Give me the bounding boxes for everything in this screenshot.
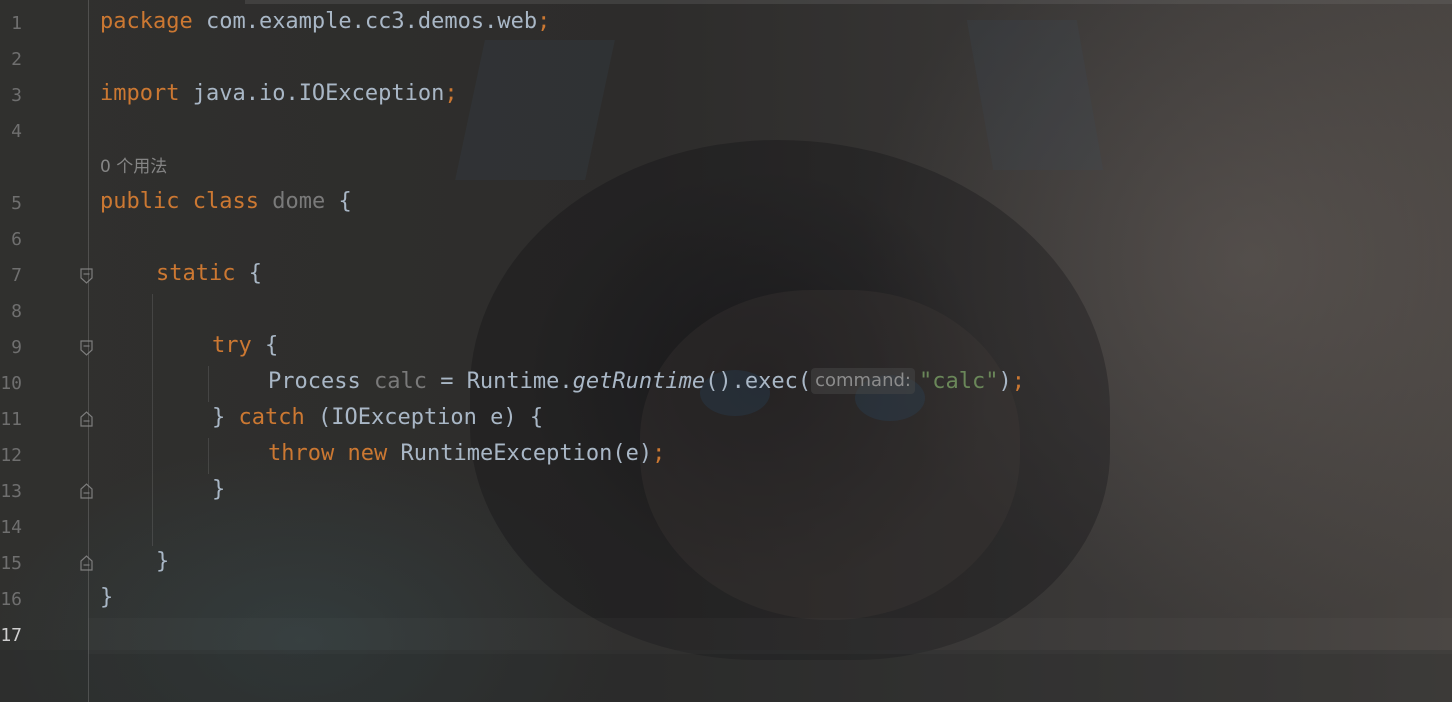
semicolon: ;	[1011, 369, 1025, 394]
class-name: dome	[272, 189, 326, 214]
code-line-12[interactable]: throw new RuntimeException(e);	[268, 436, 665, 472]
close-brace: }	[212, 477, 226, 502]
line-number: 9	[11, 337, 22, 358]
close-brace: }	[212, 405, 239, 430]
semicolon: ;	[537, 9, 551, 34]
code-line-10[interactable]: Process calc = Runtime.getRuntime().exec…	[268, 364, 1025, 400]
fold-open-icon[interactable]	[80, 340, 93, 356]
code-line-3[interactable]: import java.io.IOException;	[100, 76, 458, 112]
indent-guide	[208, 366, 209, 402]
wallpaper-bottom-band	[0, 650, 1452, 702]
open-brace: {	[251, 333, 279, 358]
code-line-5[interactable]: public class dome {	[100, 184, 352, 220]
gutter-divider	[88, 0, 89, 702]
variable-calc: calc	[373, 369, 427, 394]
code-line-16[interactable]: }	[100, 580, 113, 616]
import-path: java.io.IOException	[179, 81, 445, 106]
assignment: = Runtime.	[426, 369, 573, 394]
wallpaper-ear-right	[966, 20, 1104, 170]
exec-call: ().exec(	[705, 369, 812, 394]
line-number-current: 17	[0, 625, 22, 646]
close-paren: )	[998, 369, 1012, 394]
code-line-13[interactable]: }	[212, 472, 225, 508]
line-number: 16	[0, 589, 22, 610]
line-number: 14	[0, 517, 22, 538]
line-number-gutter[interactable]: 1 2 3 4 5 6 7 8 9 10 11 12 13 14 15 16 1…	[0, 0, 93, 702]
fold-open-icon[interactable]	[80, 268, 93, 284]
keyword-static: static	[156, 261, 236, 286]
usage-count-hint[interactable]: 0 个用法	[100, 149, 167, 185]
parameter-name-hint: command:	[811, 368, 915, 394]
type-process: Process	[268, 369, 374, 394]
code-line-1[interactable]: package com.example.cc3.demos.web;	[100, 4, 550, 40]
line-number: 11	[0, 409, 22, 430]
keyword-try: try	[212, 333, 252, 358]
keyword-throw: throw	[268, 441, 335, 466]
line-number: 12	[0, 445, 22, 466]
wallpaper-face-shape	[640, 290, 1020, 620]
line-number: 5	[11, 193, 22, 214]
method-getruntime: getRuntime	[572, 369, 706, 394]
line-number: 1	[11, 13, 22, 34]
catch-clause: (IOException e) {	[304, 405, 544, 430]
code-editor[interactable]: 1 2 3 4 5 6 7 8 9 10 11 12 13 14 15 16 1…	[0, 0, 1452, 702]
close-brace: }	[100, 585, 114, 610]
line-number: 10	[0, 373, 22, 394]
semicolon: ;	[444, 81, 458, 106]
indent-guide	[152, 294, 153, 546]
code-line-7[interactable]: static {	[156, 256, 262, 292]
line-number: 13	[0, 481, 22, 502]
wallpaper-ear-left	[455, 40, 615, 180]
line-number: 2	[11, 49, 22, 70]
keyword-import: import	[100, 81, 180, 106]
code-line-15[interactable]: }	[156, 544, 169, 580]
line-number: 3	[11, 85, 22, 106]
keyword-class: class	[192, 189, 259, 214]
close-brace: }	[156, 549, 170, 574]
semicolon: ;	[652, 441, 666, 466]
indent-guide	[208, 438, 209, 474]
keyword-public: public	[100, 189, 180, 214]
code-line-9[interactable]: try {	[212, 328, 278, 364]
exception-constructor: RuntimeException(e)	[387, 441, 653, 466]
string-literal: "calc"	[918, 369, 999, 394]
line-number: 6	[11, 229, 22, 250]
current-line-highlight	[88, 618, 1452, 654]
code-line-11[interactable]: } catch (IOException e) {	[212, 400, 543, 436]
wallpaper-hair-shape	[470, 140, 1110, 660]
fold-close-icon[interactable]	[80, 555, 93, 571]
keyword-new: new	[347, 441, 388, 466]
keyword-package: package	[100, 9, 193, 34]
line-number: 7	[11, 265, 22, 286]
keyword-catch: catch	[238, 405, 305, 430]
line-number: 15	[0, 553, 22, 574]
open-brace: {	[235, 261, 262, 286]
line-number: 4	[11, 121, 22, 142]
open-brace: {	[325, 189, 352, 214]
line-number: 8	[11, 301, 22, 322]
fold-close-icon[interactable]	[80, 483, 93, 499]
package-name: com.example.cc3.demos.web	[192, 9, 538, 34]
fold-close-icon[interactable]	[80, 411, 93, 427]
